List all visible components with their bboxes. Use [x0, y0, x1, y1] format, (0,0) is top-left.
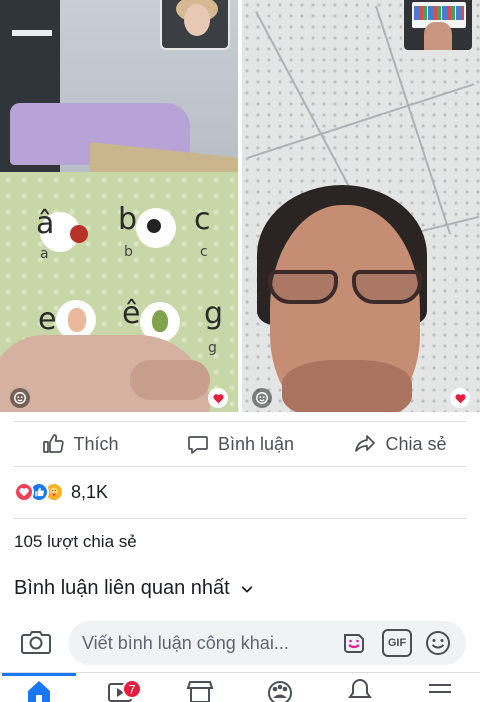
effects-icon[interactable] — [10, 388, 30, 408]
reaction-count: 8,1K — [71, 481, 109, 502]
like-label: Thích — [73, 433, 119, 454]
share-label: Chia sẻ — [385, 433, 447, 454]
groups-icon — [268, 681, 292, 702]
bottom-navigation: 7 — [0, 672, 480, 702]
comments-filter-label: Bình luận liên quan nhất — [14, 577, 230, 599]
chart-sub-letter: g — [208, 340, 217, 356]
chart-letter: b — [118, 202, 138, 237]
share-button[interactable]: Chia sẻ — [320, 422, 480, 466]
comment-label: Bình luận — [217, 433, 295, 454]
effects-icon[interactable] — [252, 388, 272, 408]
glasses-lens — [352, 270, 422, 304]
video-tile-right[interactable] — [242, 0, 480, 412]
love-reaction-icon — [14, 482, 34, 502]
apple-icon — [70, 225, 88, 243]
comment-bubble-icon — [188, 436, 208, 454]
shop-icon — [186, 681, 214, 702]
baby-icon — [68, 308, 86, 332]
nav-notifications[interactable] — [340, 677, 380, 702]
pear-icon — [152, 310, 168, 332]
person-glasses — [264, 270, 424, 306]
divider — [14, 518, 466, 519]
nav-marketplace[interactable] — [180, 677, 220, 702]
divider — [14, 466, 466, 467]
pip-finger — [424, 22, 452, 50]
gif-icon[interactable]: GIF — [382, 629, 412, 657]
chevron-down-icon — [241, 585, 252, 592]
share-count[interactable]: 105 lượt chia sẻ — [14, 532, 137, 552]
video-call-area[interactable]: â a b b c c e e ê ê g g — [0, 0, 480, 412]
emoji-icon[interactable] — [424, 629, 452, 657]
chart-letter: ê — [122, 296, 141, 331]
chart-letter: g — [204, 296, 224, 331]
active-tab-indicator — [2, 673, 76, 676]
camera-icon[interactable] — [20, 627, 52, 657]
scene-shelf — [12, 30, 52, 36]
pip-thumbnail-left[interactable] — [160, 0, 230, 50]
chart-letter: â — [36, 206, 55, 241]
bell-icon — [348, 678, 372, 698]
home-icon — [28, 681, 50, 702]
scene-hand-fingers — [130, 360, 210, 400]
chart-sub-letter: c — [200, 244, 208, 260]
heart-reaction-icon[interactable] — [208, 388, 228, 408]
comment-composer: GIF — [0, 617, 480, 669]
person-chin — [282, 360, 412, 412]
reactions-summary[interactable]: 8,1K — [14, 480, 108, 504]
heart-reaction-icon[interactable] — [450, 388, 470, 408]
nav-groups[interactable] — [260, 677, 300, 702]
nav-watch[interactable]: 7 — [100, 677, 142, 702]
pip-tablet-keys — [414, 6, 464, 20]
post-actions: Thích Bình luận Chia sẻ — [0, 422, 480, 466]
video-tile-left[interactable]: â a b b c c e e ê ê g g — [0, 0, 238, 412]
watch-badge: 7 — [122, 679, 142, 699]
like-button[interactable]: Thích — [0, 422, 160, 466]
gif-label: GIF — [387, 637, 407, 649]
pip-thumbnail-right[interactable] — [402, 0, 474, 52]
chart-sub-letter: b — [124, 244, 133, 260]
share-arrow-icon — [355, 435, 376, 452]
chart-letter: e — [38, 302, 57, 337]
pip-face — [184, 4, 210, 36]
nav-home[interactable] — [19, 677, 59, 702]
sticker-icon[interactable] — [340, 629, 368, 657]
chart-letter: c — [194, 202, 211, 237]
chart-sub-letter: a — [40, 246, 49, 262]
comment-button[interactable]: Bình luận — [160, 422, 320, 466]
nav-menu[interactable] — [420, 677, 460, 702]
hamburger-menu-icon — [429, 684, 451, 693]
comments-filter-dropdown[interactable]: Bình luận liên quan nhất — [14, 577, 254, 600]
thumbs-up-icon — [43, 434, 65, 453]
ball-icon — [144, 216, 164, 236]
glasses-lens — [268, 270, 338, 304]
